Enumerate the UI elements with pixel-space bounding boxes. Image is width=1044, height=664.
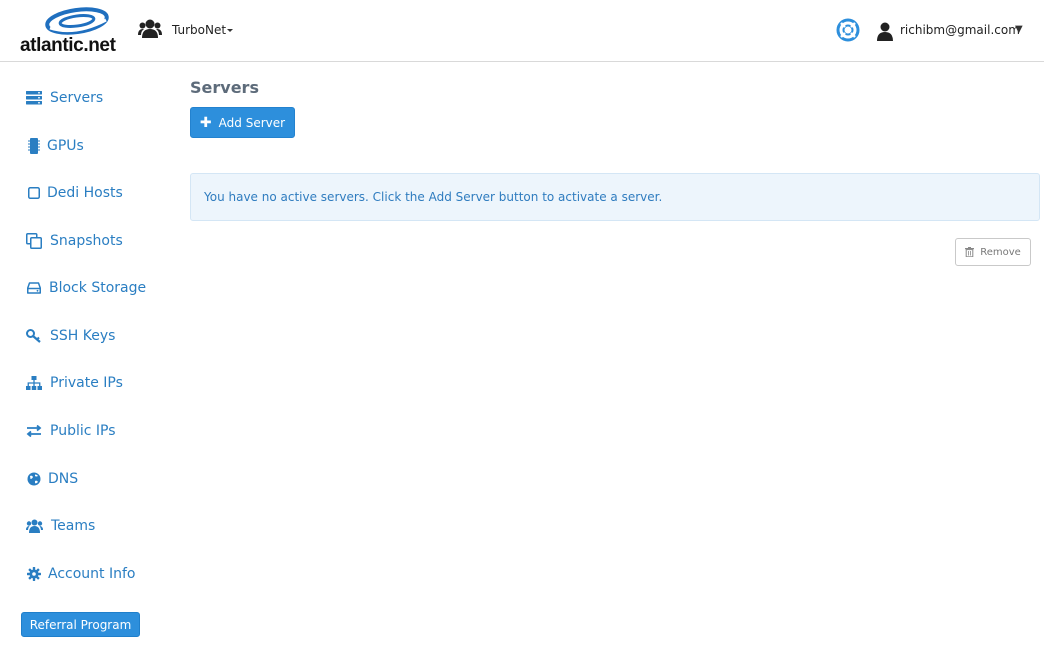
sidebar-item-label: GPUs: [47, 138, 84, 154]
sidebar-item-private-ips[interactable]: Private IPs: [24, 371, 123, 395]
trash-icon: [965, 247, 975, 257]
caret-down-icon: [227, 29, 234, 32]
referral-program-button[interactable]: Referral Program: [21, 612, 140, 637]
network-sitemap-icon: [24, 373, 44, 393]
add-server-label: Add Server: [218, 115, 286, 130]
sidebar-item-snapshots[interactable]: Snapshots: [24, 229, 123, 253]
sidebar-item-dns[interactable]: DNS: [24, 467, 78, 491]
sidebar-item-teams[interactable]: Teams: [24, 514, 95, 538]
plus-icon: ✚: [199, 114, 212, 131]
dedicated-host-icon: [24, 183, 44, 203]
sidebar-item-public-ips[interactable]: Public IPs: [24, 419, 116, 443]
sidebar-item-label: Dedi Hosts: [47, 185, 123, 201]
sidebar: Servers GPUs Dedi Hosts Snapshots Block …: [0, 62, 175, 664]
sidebar-item-label: Account Info: [48, 566, 136, 582]
gpu-chip-icon: [24, 136, 44, 156]
sidebar-item-dedi-hosts[interactable]: Dedi Hosts: [24, 181, 123, 205]
sidebar-item-label: Snapshots: [50, 233, 123, 249]
sidebar-item-ssh-keys[interactable]: SSH Keys: [24, 324, 115, 348]
logo-swoosh-icon: [45, 7, 109, 35]
atlantic-net-logo[interactable]: atlantic.net: [20, 6, 132, 56]
sidebar-item-block-storage[interactable]: Block Storage: [24, 276, 146, 300]
sidebar-item-servers[interactable]: Servers: [24, 86, 103, 110]
sidebar-item-account-info[interactable]: Account Info: [24, 562, 135, 586]
lifebuoy-help-icon[interactable]: [836, 18, 860, 42]
globe-icon: [24, 469, 44, 489]
top-header: atlantic.net TurboNet richibm@gmail.com …: [0, 0, 1044, 62]
team-users-icon: [138, 19, 162, 38]
sidebar-item-gpus[interactable]: GPUs: [24, 134, 84, 158]
hard-drive-icon: [24, 278, 44, 298]
logo-text: atlantic.net: [20, 35, 116, 56]
alert-text: You have no active servers. Click the Ad…: [204, 190, 663, 204]
user-icon: [877, 22, 893, 41]
snapshots-icon: [24, 231, 44, 251]
servers-icon: [24, 88, 44, 108]
remove-button[interactable]: Remove: [955, 238, 1031, 266]
key-icon: [24, 326, 44, 346]
no-servers-alert: You have no active servers. Click the Ad…: [190, 173, 1040, 221]
add-server-button[interactable]: ✚ Add Server: [190, 107, 295, 138]
sidebar-item-label: Private IPs: [50, 375, 123, 391]
users-icon: [24, 516, 44, 536]
remove-label: Remove: [980, 246, 1021, 258]
sidebar-item-label: SSH Keys: [50, 328, 116, 344]
exchange-arrows-icon: [24, 421, 44, 441]
user-email-menu[interactable]: richibm@gmail.com: [900, 23, 1020, 37]
user-menu-caret-icon[interactable]: ▼: [1015, 24, 1023, 35]
page-title: Servers: [190, 78, 259, 97]
sidebar-item-label: Teams: [51, 518, 96, 534]
sidebar-item-label: Servers: [50, 90, 104, 106]
team-name-label: TurboNet: [172, 23, 227, 37]
gear-icon: [24, 564, 44, 584]
sidebar-item-label: DNS: [48, 471, 79, 487]
sidebar-item-label: Public IPs: [50, 423, 116, 439]
team-selector[interactable]: TurboNet: [172, 23, 234, 37]
sidebar-item-label: Block Storage: [49, 280, 147, 296]
